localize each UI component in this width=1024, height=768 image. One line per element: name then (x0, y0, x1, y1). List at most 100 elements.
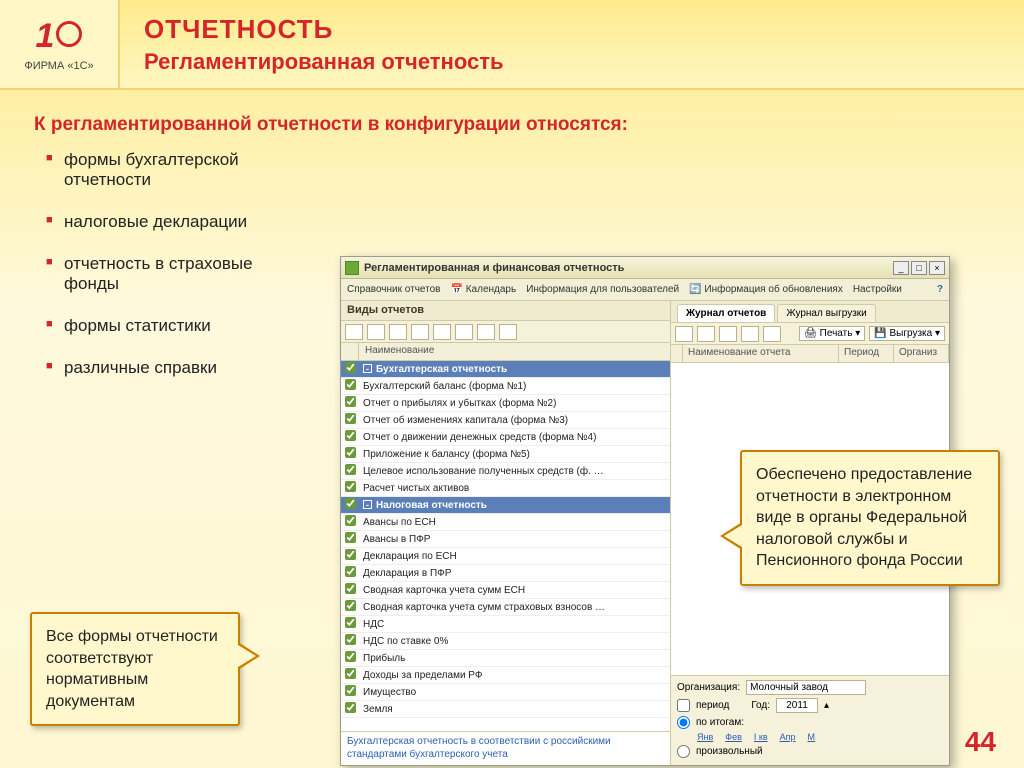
toolbar-button[interactable] (433, 324, 451, 340)
tree-section[interactable]: -Бухгалтерская отчетность (341, 361, 670, 378)
column-header: Период (839, 345, 894, 362)
months-row: Янв Фев I кв Апр М (677, 732, 943, 742)
callout-text: Все формы отчетности соответствуют норма… (46, 628, 218, 710)
tree-item[interactable]: Отчет о прибылях и убытках (форма №2) (341, 395, 670, 412)
column-header: Наименование отчета (683, 345, 839, 362)
help-icon[interactable]: ? (937, 284, 943, 295)
callout-arrow-icon (238, 642, 260, 670)
tree-item[interactable]: Авансы по ЕСН (341, 514, 670, 531)
maximize-button[interactable]: □ (911, 261, 927, 275)
reports-tree[interactable]: -Бухгалтерская отчетностьБухгалтерский б… (341, 361, 670, 731)
mode-results-radio[interactable] (677, 716, 690, 729)
tree-item[interactable]: Отчет об изменениях капитала (форма №3) (341, 412, 670, 429)
toolbar-button[interactable] (455, 324, 473, 340)
tab-journal-export[interactable]: Журнал выгрузки (777, 304, 875, 322)
right-toolbar: 🖨 Печать ▾ 💾 Выгрузка ▾ (671, 323, 949, 345)
toolbar-button[interactable] (719, 326, 737, 342)
left-column-header: Наименование (341, 343, 670, 361)
spinner-up-icon[interactable]: ▴ (824, 700, 829, 711)
window-titlebar[interactable]: Регламентированная и финансовая отчетнос… (341, 257, 949, 279)
bullet-item: налоговые декларации (46, 212, 306, 232)
period-checkbox[interactable] (677, 699, 690, 712)
left-pane-title: Виды отчетов (341, 301, 670, 321)
toolbar-button[interactable] (697, 326, 715, 342)
tree-item[interactable]: НДС по ставке 0% (341, 633, 670, 650)
tab-journal-reports[interactable]: Журнал отчетов (677, 304, 775, 322)
column-name: Наименование (359, 343, 670, 360)
menu-item[interactable]: 🔄 Информация об обновлениях (689, 284, 843, 295)
month-link[interactable]: М (808, 732, 816, 742)
month-link[interactable]: Апр (780, 732, 796, 742)
tabs-bar: Журнал отчетов Журнал выгрузки (671, 301, 949, 323)
filter-panel: Организация: период Год: 2011 ▴ по итога… (671, 675, 949, 765)
toolbar-button[interactable] (367, 324, 385, 340)
tree-item[interactable]: НДС (341, 616, 670, 633)
org-field[interactable] (746, 680, 866, 695)
menu-item[interactable]: Настройки (853, 284, 902, 295)
month-link[interactable]: I кв (754, 732, 768, 742)
left-toolbar (341, 321, 670, 343)
tree-item[interactable]: Доходы за пределами РФ (341, 667, 670, 684)
period-label: период (696, 700, 729, 711)
close-button[interactable]: × (929, 261, 945, 275)
page-subtitle: Регламентированная отчетность (144, 49, 1000, 75)
window-title: Регламентированная и финансовая отчетнос… (364, 262, 891, 274)
mode-results-label: по итогам: (696, 717, 744, 728)
toolbar-button[interactable] (763, 326, 781, 342)
month-link[interactable]: Янв (697, 732, 713, 742)
window-menu: Справочник отчетов 📅 Календарь Информаци… (341, 279, 949, 301)
callout-text: Обеспечено предоставление отчетности в э… (756, 466, 972, 569)
tree-item[interactable]: Отчет о движении денежных средств (форма… (341, 429, 670, 446)
column-header: Организ (894, 345, 949, 362)
toolbar-button[interactable] (675, 326, 693, 342)
tree-item[interactable]: Бухгалтерский баланс (форма №1) (341, 378, 670, 395)
tree-item[interactable]: Земля (341, 701, 670, 718)
bullet-item: формы статистики (46, 316, 306, 336)
org-label: Организация: (677, 682, 740, 693)
mode-custom-label: произвольный (696, 746, 763, 757)
menu-item[interactable]: Справочник отчетов (347, 284, 440, 295)
tree-item[interactable]: Приложение к балансу (форма №5) (341, 446, 670, 463)
year-label: Год: (751, 700, 770, 711)
logo-caption: ФИРМА «1С» (24, 60, 93, 72)
toolbar-button[interactable] (741, 326, 759, 342)
toolbar-button[interactable] (345, 324, 363, 340)
tree-item[interactable]: Имущество (341, 684, 670, 701)
export-dropdown[interactable]: 💾 Выгрузка ▾ (869, 326, 945, 341)
menu-item[interactable]: 📅 Календарь (450, 284, 516, 295)
mode-custom-radio[interactable] (677, 745, 690, 758)
tree-section[interactable]: -Налоговая отчетность (341, 497, 670, 514)
slide-header: 1 ФИРМА «1С» ОТЧЕТНОСТЬ Регламентированн… (0, 0, 1024, 90)
year-spinner[interactable]: 2011 (776, 698, 818, 713)
window-app-icon (345, 261, 359, 275)
tree-item[interactable]: Прибыль (341, 650, 670, 667)
menu-item[interactable]: Информация для пользователей (526, 284, 679, 295)
tree-item[interactable]: Авансы в ПФР (341, 531, 670, 548)
callout-arrow-icon (720, 522, 742, 550)
footnote: Бухгалтерская отчетность в соответствии … (341, 731, 670, 765)
month-link[interactable]: Фев (725, 732, 742, 742)
print-dropdown[interactable]: 🖨 Печать ▾ (799, 326, 865, 341)
page-title: ОТЧЕТНОСТЬ (144, 14, 1000, 45)
lead-text: К регламентированной отчетности в конфиг… (34, 114, 994, 136)
tree-item[interactable]: Декларация в ПФР (341, 565, 670, 582)
left-pane: Виды отчетов Наименование -Бухгалтерская… (341, 301, 671, 765)
callout-left: Все формы отчетности соответствуют норма… (30, 612, 240, 726)
callout-right: Обеспечено предоставление отчетности в э… (740, 450, 1000, 586)
bullet-list: формы бухгалтерской отчетности налоговые… (46, 150, 306, 378)
toolbar-button[interactable] (499, 324, 517, 340)
minimize-button[interactable]: _ (893, 261, 909, 275)
bullet-item: отчетность в страховые фонды (46, 254, 306, 294)
tree-item[interactable]: Декларация по ЕСН (341, 548, 670, 565)
toolbar-button[interactable] (477, 324, 495, 340)
tree-item[interactable]: Расчет чистых активов (341, 480, 670, 497)
toolbar-button[interactable] (411, 324, 429, 340)
toolbar-button[interactable] (389, 324, 407, 340)
tree-item[interactable]: Сводная карточка учета сумм ЕСН (341, 582, 670, 599)
logo-1c-icon: 1 (36, 17, 83, 56)
tree-item[interactable]: Целевое использование полученных средств… (341, 463, 670, 480)
bullet-item: формы бухгалтерской отчетности (46, 150, 306, 190)
logo-block: 1 ФИРМА «1С» (0, 0, 120, 88)
page-number: 44 (965, 726, 996, 758)
tree-item[interactable]: Сводная карточка учета сумм страховых вз… (341, 599, 670, 616)
